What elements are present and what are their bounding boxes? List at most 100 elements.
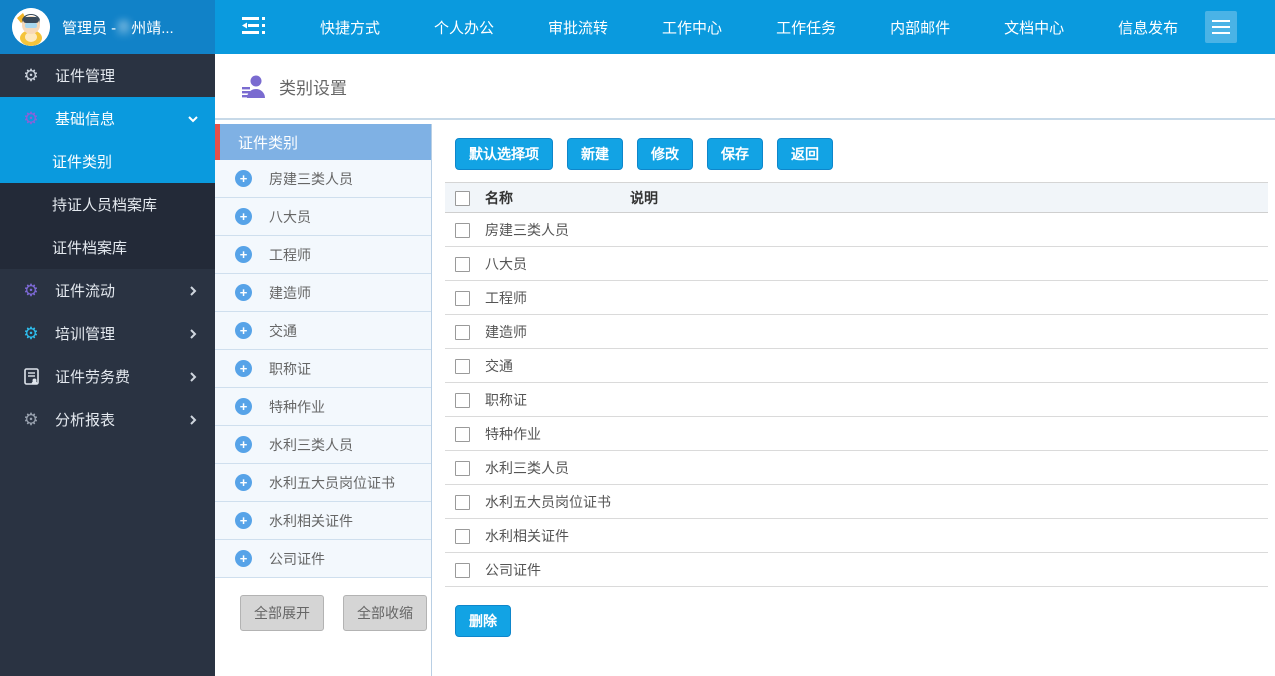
gear-icon: ⚙: [20, 67, 42, 84]
tree-node-label: 工程师: [269, 245, 311, 265]
tree-node-label: 水利三类人员: [269, 435, 353, 455]
nav-item-work-center[interactable]: 工作中心: [635, 17, 749, 38]
tree-node-label: 建造师: [269, 283, 311, 303]
row-checkbox[interactable]: [455, 291, 470, 306]
sidebar-item-training-management[interactable]: ⚙ 培训管理: [0, 312, 215, 355]
cell-description: [630, 451, 1268, 485]
cell-name: 交通: [485, 349, 630, 383]
sidebar-item-certificate-labor-fee[interactable]: 证件劳务费: [0, 355, 215, 398]
tree-root-node[interactable]: 证件类别: [215, 124, 431, 160]
expand-plus-icon[interactable]: +: [235, 170, 252, 187]
tree-node[interactable]: + 职称证: [215, 350, 431, 388]
tree-actions: 全部展开 全部收缩: [215, 578, 431, 631]
sidebar-item-label: 证件档案库: [52, 237, 127, 258]
nav-item-approval-flow[interactable]: 审批流转: [521, 17, 635, 38]
row-checkbox[interactable]: [455, 325, 470, 340]
expand-plus-icon[interactable]: +: [235, 360, 252, 377]
table-row: 八大员: [445, 247, 1268, 281]
chevron-down-icon: [187, 113, 199, 125]
sidebar-collapse-icon[interactable]: [237, 14, 271, 40]
sidebar-item-holder-archive[interactable]: 持证人员档案库: [0, 183, 215, 226]
collapse-all-button[interactable]: 全部收缩: [343, 595, 427, 631]
chevron-right-icon: [187, 414, 199, 426]
expand-plus-icon[interactable]: +: [235, 550, 252, 567]
tree-node[interactable]: + 八大员: [215, 198, 431, 236]
expand-plus-icon[interactable]: +: [235, 246, 252, 263]
nav-item-document-center[interactable]: 文档中心: [977, 17, 1091, 38]
sidebar-item-certificate-flow[interactable]: ⚙ 证件流动: [0, 269, 215, 312]
tree-node-label: 交通: [269, 321, 297, 341]
nav-item-work-tasks[interactable]: 工作任务: [749, 17, 863, 38]
new-button[interactable]: 新建: [567, 138, 623, 170]
sidebar-item-certificate-category[interactable]: 证件类别: [0, 140, 215, 183]
menu-toggle-button[interactable]: [1205, 11, 1237, 43]
sidebar-item-analysis-reports[interactable]: ⚙ 分析报表: [0, 398, 215, 441]
expand-plus-icon[interactable]: +: [235, 512, 252, 529]
tree-node-label: 房建三类人员: [269, 169, 353, 189]
tree-node[interactable]: + 特种作业: [215, 388, 431, 426]
cell-name: 房建三类人员: [485, 213, 630, 247]
cell-name: 职称证: [485, 383, 630, 417]
row-checkbox[interactable]: [455, 529, 470, 544]
tree-node[interactable]: + 公司证件: [215, 540, 431, 578]
user-label-prefix: 管理员 -: [62, 20, 116, 37]
cell-name: 建造师: [485, 315, 630, 349]
row-checkbox[interactable]: [455, 563, 470, 578]
cell-name: 特种作业: [485, 417, 630, 451]
chevron-right-icon: [187, 328, 199, 340]
category-tree-panel: 证件类别 + 房建三类人员 + 八大员 + 工程师 + 建造师: [215, 124, 432, 676]
default-selection-button[interactable]: 默认选择项: [455, 138, 553, 170]
nav-item-personal-office[interactable]: 个人办公: [407, 17, 521, 38]
row-checkbox[interactable]: [455, 257, 470, 272]
nav-item-shortcuts[interactable]: 快捷方式: [293, 17, 407, 38]
expand-plus-icon[interactable]: +: [235, 322, 252, 339]
row-checkbox[interactable]: [455, 495, 470, 510]
topbar: 管理员 -贵州靖... 快捷方式 个人办公 审批流转 工作中心 工作任务 内部邮…: [0, 0, 1275, 54]
table-header-row: 名称 说明: [445, 183, 1268, 213]
sidebar-item-label: 证件类别: [52, 151, 112, 172]
expand-plus-icon[interactable]: +: [235, 398, 252, 415]
return-button[interactable]: 返回: [777, 138, 833, 170]
row-checkbox[interactable]: [455, 359, 470, 374]
tree-node[interactable]: + 水利三类人员: [215, 426, 431, 464]
table-row: 工程师: [445, 281, 1268, 315]
delete-button[interactable]: 删除: [455, 605, 511, 637]
tree-node[interactable]: + 工程师: [215, 236, 431, 274]
sidebar-item-certificate-archive[interactable]: 证件档案库: [0, 226, 215, 269]
tree-node[interactable]: + 建造师: [215, 274, 431, 312]
tree-node[interactable]: + 水利五大员岗位证书: [215, 464, 431, 502]
sidebar-item-certificate-management[interactable]: ⚙ 证件管理: [0, 54, 215, 97]
row-checkbox[interactable]: [455, 461, 470, 476]
cell-description: [630, 519, 1268, 553]
select-all-checkbox[interactable]: [455, 191, 470, 206]
expand-plus-icon[interactable]: +: [235, 436, 252, 453]
expand-all-button[interactable]: 全部展开: [240, 595, 324, 631]
nav-item-internal-mail[interactable]: 内部邮件: [863, 17, 977, 38]
cell-name: 水利三类人员: [485, 451, 630, 485]
gear-icon: ⚙: [20, 325, 42, 342]
avatar[interactable]: [12, 8, 50, 46]
expand-plus-icon[interactable]: +: [235, 208, 252, 225]
sidebar-item-label: 分析报表: [55, 409, 115, 430]
table-row: 交通: [445, 349, 1268, 383]
tree-node[interactable]: + 交通: [215, 312, 431, 350]
tree-node[interactable]: + 水利相关证件: [215, 502, 431, 540]
topbar-user-area: 管理员 -贵州靖...: [0, 0, 215, 54]
expand-plus-icon[interactable]: +: [235, 284, 252, 301]
cell-description: [630, 315, 1268, 349]
gear-icon: ⚙: [20, 110, 42, 127]
expand-plus-icon[interactable]: +: [235, 474, 252, 491]
tree-node-label: 水利相关证件: [269, 511, 353, 531]
sidebar-item-label: 证件管理: [55, 65, 115, 86]
modify-button[interactable]: 修改: [637, 138, 693, 170]
nav-item-info-publish[interactable]: 信息发布: [1091, 17, 1205, 38]
sidebar-item-basic-info[interactable]: ⚙ 基础信息: [0, 97, 215, 140]
tree-node[interactable]: + 房建三类人员: [215, 160, 431, 198]
table-row: 水利五大员岗位证书: [445, 485, 1268, 519]
row-checkbox[interactable]: [455, 427, 470, 442]
row-checkbox[interactable]: [455, 223, 470, 238]
user-label[interactable]: 管理员 -贵州靖...: [62, 17, 174, 38]
row-checkbox[interactable]: [455, 393, 470, 408]
save-button[interactable]: 保存: [707, 138, 763, 170]
category-settings-icon: [240, 73, 266, 99]
